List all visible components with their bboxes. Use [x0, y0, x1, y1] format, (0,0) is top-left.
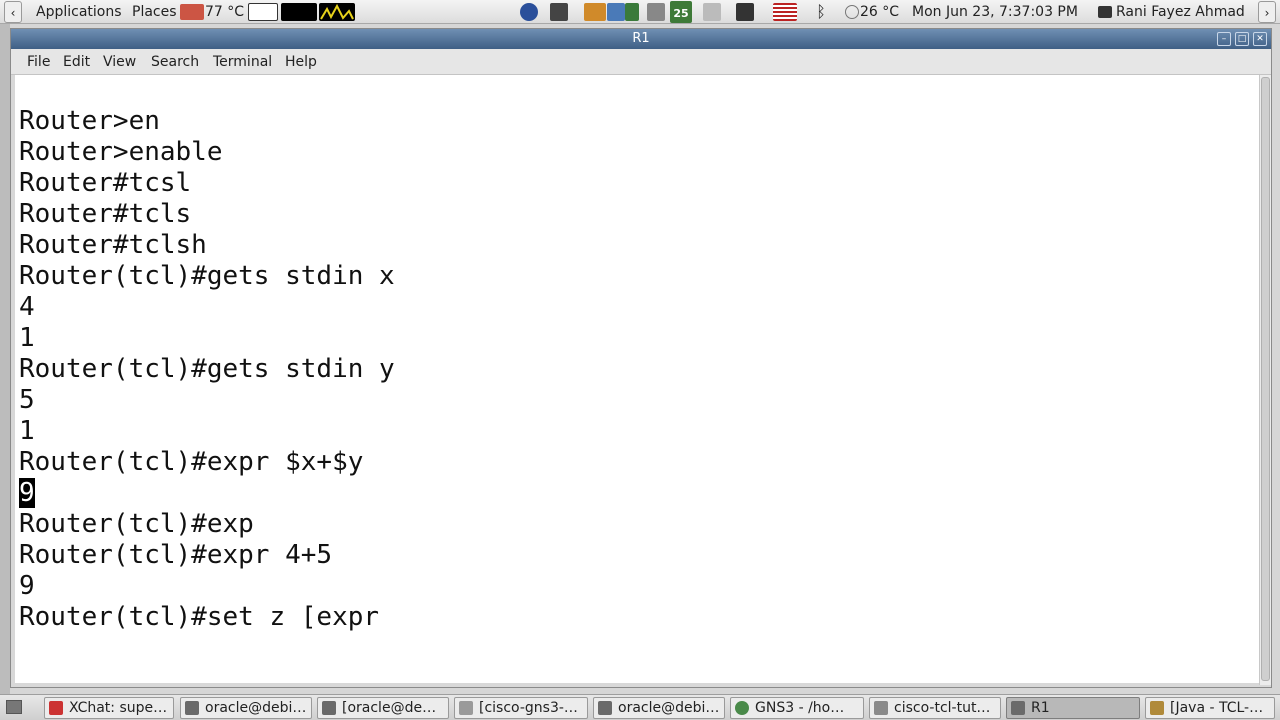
terminal-line: 9	[19, 571, 35, 601]
menu-edit[interactable]: Edit	[63, 54, 90, 70]
task-terminal-3[interactable]: oracle@debi…	[593, 697, 725, 719]
user-name[interactable]: Rani Fayez Ahmad	[1116, 0, 1245, 24]
window-title: R1	[632, 31, 650, 46]
terminal-line: Router(tcl)#expr $x+$y	[19, 447, 364, 477]
bluetooth-manager-icon[interactable]	[607, 3, 625, 21]
gns3-icon	[735, 701, 749, 715]
us-flag-icon[interactable]	[773, 3, 797, 21]
user-icon	[1098, 6, 1112, 18]
xchat-icon	[49, 701, 63, 715]
volume-icon[interactable]	[647, 3, 665, 21]
weather-left-temp[interactable]: 77 °C	[205, 0, 244, 24]
applications-menu[interactable]: Applications	[36, 0, 122, 24]
terminal-icon	[185, 701, 199, 715]
menu-terminal[interactable]: Terminal	[213, 54, 272, 70]
weather-icon	[180, 4, 204, 20]
scrollbar-thumb[interactable]	[1261, 77, 1270, 681]
terminal-line: Router#tcsl	[19, 168, 192, 198]
weather-right-temp[interactable]: 26 °C	[860, 0, 899, 24]
clipboard-icon[interactable]	[736, 3, 754, 21]
background-strip	[0, 24, 10, 694]
terminal-line: Router(tcl)#set z [expr	[19, 602, 380, 632]
scrollbar[interactable]	[1259, 75, 1271, 685]
menu-file[interactable]: File	[27, 54, 50, 70]
terminal-line: Router(tcl)#exp	[19, 509, 254, 539]
terminal-line: Router>en	[19, 106, 160, 136]
terminal-line: Router>enable	[19, 137, 223, 167]
top-panel: ‹ Applications Places 77 °C 25 ᛒ 26 °C M…	[0, 0, 1280, 24]
terminal-icon	[598, 701, 612, 715]
terminal-line-selected: 9	[19, 478, 35, 509]
weather-small-icon	[845, 5, 859, 19]
terminal-line: 1	[19, 416, 35, 446]
terminal-line: Router(tcl)#gets stdin x	[19, 261, 395, 291]
task-editor[interactable]: [cisco-gns3-…	[454, 697, 588, 719]
minimize-icon[interactable]: –	[1217, 32, 1231, 46]
title-bar[interactable]: R1 – □ ✕	[11, 29, 1271, 49]
task-folder[interactable]: cisco-tcl-tut…	[869, 697, 1001, 719]
battery-icon[interactable]	[625, 3, 639, 21]
task-gns3[interactable]: GNS3 - /ho…	[730, 697, 864, 719]
task-r1[interactable]: R1	[1006, 697, 1140, 719]
taskbar: XChat: supe… oracle@debi… [oracle@de… [c…	[0, 694, 1280, 720]
places-menu[interactable]: Places	[132, 0, 177, 24]
close-icon[interactable]: ✕	[1253, 32, 1267, 46]
show-desktop-icon[interactable]	[6, 700, 22, 714]
network-monitor-icon	[319, 3, 355, 21]
menu-help[interactable]: Help	[285, 54, 317, 70]
java-icon	[1150, 701, 1164, 715]
terminal-icon	[1011, 701, 1025, 715]
selected-text: 9	[19, 478, 35, 508]
clock[interactable]: Mon Jun 23, 7:37:03 PM	[912, 0, 1078, 24]
cpu-monitor-icon	[281, 3, 317, 21]
terminal-output[interactable]: Router>en Router>enable Router#tcsl Rout…	[15, 75, 1259, 683]
menu-bar: File Edit View Search Terminal Help	[11, 49, 1271, 75]
terminal-line: Router(tcl)#gets stdin y	[19, 354, 395, 384]
menu-search[interactable]: Search	[151, 54, 199, 70]
task-java[interactable]: [Java - TCL-…	[1145, 697, 1275, 719]
network-icon[interactable]	[520, 3, 538, 21]
terminal-window: R1 – □ ✕ File Edit View Search Terminal …	[10, 28, 1272, 688]
menu-view[interactable]: View	[103, 54, 136, 70]
bluetooth-icon[interactable]: ᛒ	[812, 3, 830, 21]
terminal-line: Router#tcls	[19, 199, 192, 229]
terminal-line: 5	[19, 385, 35, 415]
maximize-icon[interactable]: □	[1235, 32, 1249, 46]
tools-icon[interactable]	[584, 3, 606, 21]
task-xchat[interactable]: XChat: supe…	[44, 697, 174, 719]
sensors-icon	[248, 3, 278, 21]
calendar-icon[interactable]: 25	[670, 1, 692, 23]
terminal-line: 4	[19, 292, 35, 322]
terminal-line: Router#tclsh	[19, 230, 207, 260]
updates-icon[interactable]	[703, 3, 721, 21]
task-terminal-1[interactable]: oracle@debi…	[180, 697, 312, 719]
task-terminal-2[interactable]: [oracle@de…	[317, 697, 449, 719]
terminal-line: Router(tcl)#expr 4+5	[19, 540, 333, 570]
folder-icon	[874, 701, 888, 715]
panel-left-arrow-icon[interactable]: ‹	[4, 1, 22, 23]
editor-icon	[459, 701, 473, 715]
terminal-icon	[322, 701, 336, 715]
panel-right-arrow-icon[interactable]: ›	[1258, 1, 1276, 23]
display-icon[interactable]	[550, 3, 568, 21]
terminal-line: 1	[19, 323, 35, 353]
